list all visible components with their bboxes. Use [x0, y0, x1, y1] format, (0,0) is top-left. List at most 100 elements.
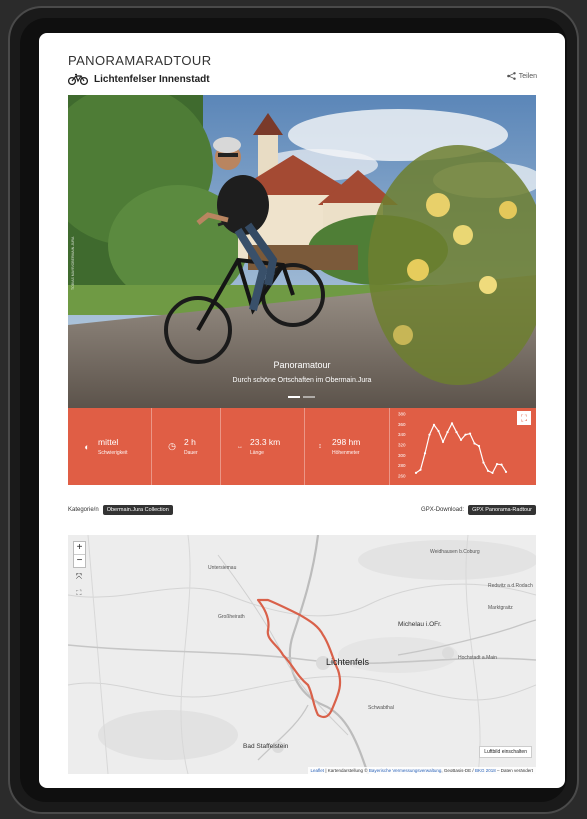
elevation-point: [495, 463, 499, 466]
share-button[interactable]: Teilen: [506, 72, 537, 80]
map-attribution: Leaflet | Kartendarstellung © Bayerische…: [307, 767, 536, 774]
chart-tick-label: 320: [398, 443, 406, 448]
fullscreen-button[interactable]: ⤧: [73, 572, 85, 584]
route-map[interactable]: Lichtenfels Michelau i.OFr. Bad Staffels…: [68, 535, 536, 774]
stat-divider: [220, 408, 221, 485]
chart-tick-label: 280: [398, 463, 406, 468]
photo-credit: TOBIAS MAYR/OBERMAIN.JURA: [71, 236, 75, 290]
zoom-in-button[interactable]: +: [74, 542, 85, 554]
hero-subtitle: Durch schöne Ortschaften im Obermain.Jur…: [232, 377, 372, 384]
elevation-point: [464, 433, 467, 436]
map-label-grossheirath: Großheirath: [218, 614, 245, 620]
elevation-point: [459, 438, 463, 441]
bv-link[interactable]: Bayerische Vermessungsverwaltung: [369, 768, 442, 773]
fullscreen-icon: ⤧: [75, 572, 83, 581]
chart-tick-label: 380: [398, 412, 406, 417]
elevation-point: [482, 461, 485, 464]
elevation-point: [428, 433, 431, 436]
stat-elevation: ↕ 298 hm Höhenmeter: [313, 408, 360, 485]
subtitle-row: Lichtenfelser Innenstadt: [68, 73, 210, 85]
carousel-dot[interactable]: [288, 396, 300, 398]
map-label-redwitz: Redwitz a.d.Rodach: [488, 583, 533, 589]
hero-caption: Panoramatour Durch schöne Ortschaften im…: [68, 360, 536, 384]
elevation-point: [446, 430, 449, 434]
locate-button[interactable]: ⛶: [73, 590, 85, 602]
elevation-chart[interactable]: 380 360 340 320 300 280 260: [394, 408, 524, 485]
elevation-point: [450, 422, 454, 425]
stat-divider: [151, 408, 152, 485]
chart-tick-label: 300: [398, 453, 406, 458]
difficulty-value: mittel: [98, 437, 119, 447]
map-label-michelau: Michelau i.OFr.: [398, 621, 442, 628]
duration-value: 2 h: [184, 437, 196, 447]
bicycle-icon: [68, 73, 88, 85]
elevation-line: [415, 421, 507, 474]
chart-tick-label: 260: [398, 474, 406, 479]
zoom-control: + −: [73, 541, 86, 568]
page-subtitle: Lichtenfelser Innenstadt: [94, 73, 210, 85]
elevation-label: Höhenmeter: [332, 450, 360, 456]
hero-image[interactable]: TOBIAS MAYR/OBERMAIN.JURA Panoramatour D…: [68, 95, 536, 408]
gpx-download-button[interactable]: GPX Panorama-Radtour: [468, 505, 536, 515]
locate-icon: ⛶: [76, 590, 82, 597]
chart-tick-label: 360: [398, 422, 406, 427]
duration-label: Dauer: [184, 450, 198, 456]
map-label-lichtenfels: Lichtenfels: [326, 657, 370, 667]
share-icon: [506, 72, 516, 80]
page-title: PANORAMARADTOUR: [68, 53, 212, 68]
attribution-text: | Kartendarstellung ©: [325, 768, 368, 773]
expand-chart-button[interactable]: ⛶: [517, 411, 531, 425]
page-screen: PANORAMARADTOUR Lichtenfelser Innenstadt…: [39, 33, 565, 788]
leaflet-link[interactable]: Leaflet: [311, 768, 325, 773]
length-value: 23.3 km: [250, 437, 281, 447]
zoom-out-button[interactable]: −: [74, 554, 85, 567]
elevation-point: [500, 463, 503, 466]
carousel-dot[interactable]: [303, 396, 315, 398]
arrows-horizontal-icon: ↔: [237, 443, 243, 450]
map-label-bad-staffelstein: Bad Staffelstein: [243, 743, 289, 750]
clock-icon: ◷: [168, 441, 176, 451]
attribution-text-2: , GeoBasis-DE /: [441, 768, 474, 773]
expand-icon: ⛶: [520, 413, 528, 423]
carousel-dots: [288, 396, 315, 398]
stats-bar: ◐ mittel Schwierigkeit ◷ 2 h Dauer ↔ 23.…: [68, 408, 536, 485]
elevation-point: [414, 471, 418, 474]
length-label: Länge: [250, 450, 264, 456]
stat-length: ↔ 23.3 km Länge: [233, 408, 280, 485]
elevation-point: [455, 430, 458, 434]
elevation-point: [437, 429, 440, 433]
gpx-row: GPX-Download: GPX Panorama-Radtour: [421, 505, 536, 515]
stat-difficulty: ◐ mittel Schwierigkeit: [80, 408, 127, 485]
elevation-point: [432, 423, 436, 426]
elevation-point: [491, 471, 494, 474]
map-label-hochstadt: Hochstadt a.Main: [458, 655, 497, 661]
arrows-vertical-icon: ↕: [318, 443, 322, 450]
category-row: Kategorie/n Obermain.Jura Collection: [68, 505, 173, 515]
half-circle-icon: ◐: [84, 441, 90, 452]
elevation-value: 298 hm: [332, 437, 361, 447]
attribution-tail: – Daten verändert: [496, 768, 533, 773]
elevation-point: [441, 440, 445, 443]
category-tag[interactable]: Obermain.Jura Collection: [102, 505, 173, 515]
elevation-point: [473, 442, 476, 445]
elevation-point: [468, 432, 472, 435]
elevation-point: [486, 469, 490, 472]
difficulty-label: Schwierigkeit: [98, 450, 128, 456]
elevation-point: [419, 468, 422, 471]
map-label-untersiemau: Untersiemau: [208, 565, 237, 571]
elevation-point: [423, 452, 427, 455]
map-label-marktgraitz: Marktgraitz: [488, 605, 513, 611]
stat-divider: [304, 408, 305, 485]
hero-title: Panoramatour: [273, 360, 331, 370]
map-label-schwabthal: Schwabthal: [368, 705, 394, 711]
chart-tick-label: 340: [398, 432, 406, 437]
map-label-weidhausen: Weidhausen b.Coburg: [430, 549, 480, 555]
share-label: Teilen: [518, 72, 537, 80]
stat-divider: [389, 408, 390, 485]
elevation-point: [477, 444, 481, 448]
stat-duration: ◷ 2 h Dauer: [165, 408, 198, 485]
aerial-toggle-button[interactable]: Luftbild einschalten: [479, 746, 532, 758]
bkg-link[interactable]: BKG 2018: [475, 768, 496, 773]
elevation-point: [504, 470, 508, 473]
category-label: Kategorie/n: [68, 507, 99, 513]
